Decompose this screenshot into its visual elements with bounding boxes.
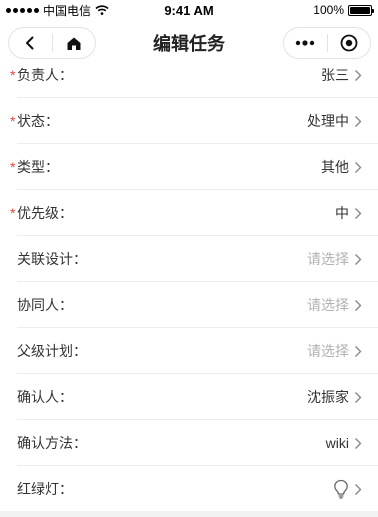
lightbulb-icon: [333, 479, 349, 499]
row-value: 请选择: [307, 341, 362, 361]
required-mark: *: [10, 113, 16, 129]
row-label: 确认人：: [17, 389, 73, 405]
chevron-right-icon: [354, 69, 362, 82]
row-label: 红绿灯：: [17, 481, 73, 497]
status-bar: 中国电信 9:41 AM 100%: [0, 0, 378, 20]
chevron-right-icon: [354, 483, 362, 496]
row-value-text: 其他: [321, 159, 349, 175]
row-value: 其他: [321, 157, 362, 177]
chevron-right-icon: [354, 299, 362, 312]
status-right: 100%: [313, 3, 374, 17]
row-label: 确认方法：: [17, 435, 87, 451]
row-label: 状态：: [17, 113, 59, 129]
row-label: 类型：: [17, 159, 59, 175]
form-row-type[interactable]: * 类型： 其他: [0, 144, 378, 190]
form-row-priority[interactable]: * 优先级： 中: [0, 190, 378, 236]
home-icon: [67, 37, 81, 50]
form-row-status[interactable]: * 状态： 处理中: [0, 98, 378, 144]
required-mark: *: [10, 205, 16, 221]
close-circle-icon: [340, 34, 358, 52]
row-value: 请选择: [307, 295, 362, 315]
battery-percent: 100%: [313, 3, 344, 17]
row-label: 父级计划：: [17, 343, 87, 359]
chevron-right-icon: [354, 391, 362, 404]
form-row-confirm-method[interactable]: 确认方法： wiki: [0, 420, 378, 466]
task-form: * 负责人： 张三 * 状态： 处理中 * 类型： 其他 * 优先级： 中 关联…: [0, 52, 378, 512]
form-row-confirmer[interactable]: 确认人： 沈振家: [0, 374, 378, 420]
row-value-text: 中: [335, 205, 349, 221]
signal-icon: [6, 7, 39, 13]
form-row-owner[interactable]: * 负责人： 张三: [0, 52, 378, 98]
form-row-parent-plan[interactable]: 父级计划： 请选择: [0, 328, 378, 374]
row-value: 处理中: [307, 111, 362, 131]
chevron-right-icon: [354, 161, 362, 174]
chevron-right-icon: [354, 115, 362, 128]
chevron-right-icon: [354, 253, 362, 266]
row-label: 负责人：: [17, 67, 73, 83]
row-value-text: 处理中: [307, 113, 349, 129]
row-value: 张三: [321, 65, 362, 85]
form-row-traffic-light[interactable]: 红绿灯：: [0, 466, 378, 512]
battery-icon: [348, 4, 374, 16]
bottom-bar: [0, 511, 378, 517]
back-icon: [26, 36, 34, 50]
row-value: [333, 479, 362, 499]
chevron-right-icon: [354, 207, 362, 220]
row-label: 协同人：: [17, 297, 73, 313]
row-placeholder-text: 请选择: [307, 343, 349, 359]
chevron-right-icon: [354, 345, 362, 358]
row-value-text: 沈振家: [307, 389, 349, 405]
row-value-text: 张三: [321, 67, 349, 83]
row-value: wiki: [326, 435, 362, 451]
more-icon: [296, 40, 315, 46]
row-value: 请选择: [307, 249, 362, 269]
row-label: 优先级：: [17, 205, 73, 221]
row-placeholder-text: 请选择: [307, 251, 349, 267]
carrier-label: 中国电信: [43, 3, 92, 18]
form-row-collaborators[interactable]: 协同人： 请选择: [0, 282, 378, 328]
row-value-text: wiki: [325, 435, 349, 451]
row-value: 中: [335, 203, 362, 223]
row-label: 关联设计：: [17, 251, 87, 267]
required-mark: *: [10, 159, 16, 175]
status-left: 中国电信: [6, 2, 109, 19]
chevron-right-icon: [354, 437, 362, 450]
required-mark: *: [10, 67, 16, 83]
form-row-related-design[interactable]: 关联设计： 请选择: [0, 236, 378, 282]
row-value: 沈振家: [307, 387, 362, 407]
wifi-icon: [95, 5, 109, 15]
row-placeholder-text: 请选择: [307, 297, 349, 313]
